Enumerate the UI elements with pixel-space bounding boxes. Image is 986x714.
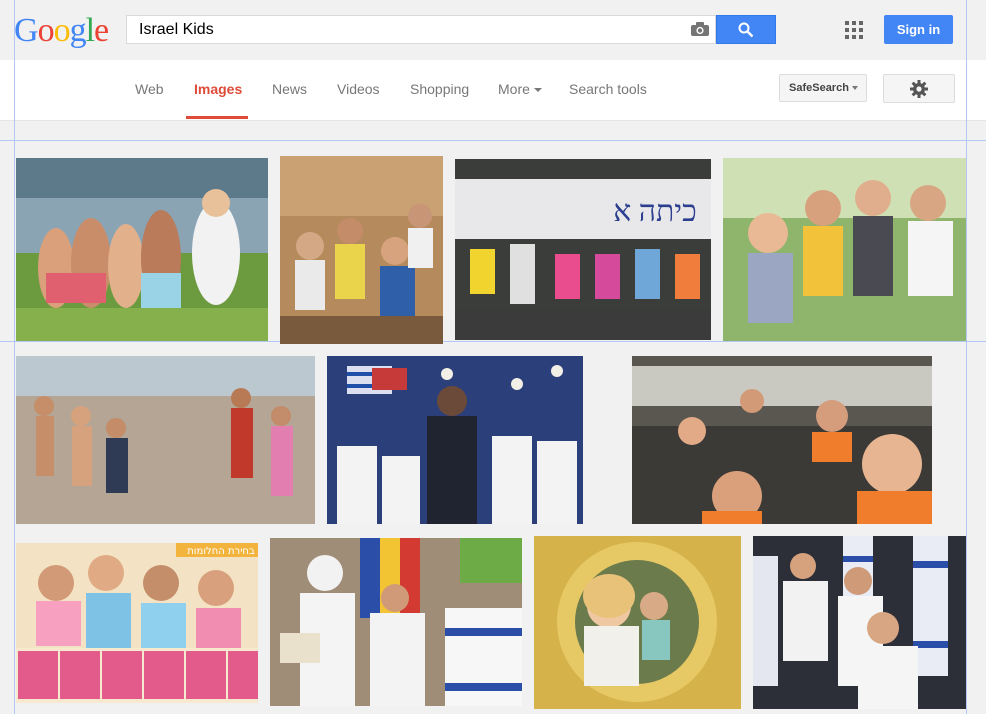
- google-logo[interactable]: Google: [14, 12, 109, 50]
- header: Google Sign in: [0, 0, 986, 60]
- image-result-kids-magazine-banner[interactable]: בחירת החלומות: [16, 543, 258, 703]
- image-result-kids-cheering-indoors[interactable]: [280, 156, 443, 344]
- tab-news[interactable]: News: [272, 81, 307, 97]
- image-result-kids-on-beach[interactable]: [16, 356, 315, 524]
- safesearch-dropdown[interactable]: SafeSearch: [779, 74, 867, 102]
- safesearch-label: SafeSearch: [789, 82, 849, 94]
- image-result-kids-waving-outdoors[interactable]: [723, 158, 966, 341]
- guide-line: [14, 0, 15, 714]
- svg-text:כיתה א: כיתה א: [613, 195, 697, 228]
- search-tools-button[interactable]: Search tools: [569, 81, 647, 97]
- image-result-kids-on-bus[interactable]: [632, 356, 932, 524]
- banner-text: בחירת החלומות: [187, 546, 255, 557]
- gear-icon: [910, 80, 928, 98]
- apps-grid-icon[interactable]: [845, 21, 863, 39]
- active-tab-indicator: [186, 116, 248, 119]
- guide-line: [0, 140, 986, 141]
- search-nav-bar: Web Images News Videos Shopping More Sea…: [0, 60, 986, 121]
- settings-button[interactable]: [883, 74, 955, 103]
- search-box[interactable]: [126, 15, 716, 44]
- tab-more[interactable]: More: [498, 81, 542, 97]
- image-result-kids-with-flags[interactable]: [327, 356, 583, 524]
- search-button[interactable]: [716, 15, 776, 44]
- camera-icon[interactable]: [691, 22, 709, 36]
- chevron-down-icon: [533, 88, 542, 93]
- image-result-girl-in-golden-frame[interactable]: [534, 536, 741, 709]
- guide-line: [0, 341, 986, 342]
- tab-images[interactable]: Images: [194, 81, 242, 97]
- image-result-kids-with-backpacks[interactable]: כיתה א: [455, 159, 711, 340]
- search-input[interactable]: [137, 20, 681, 40]
- image-result-kids-by-lake[interactable]: [16, 158, 268, 341]
- tab-shopping[interactable]: Shopping: [410, 81, 469, 97]
- chevron-down-icon: [851, 86, 858, 91]
- image-result-kids-with-certificates[interactable]: [270, 538, 522, 706]
- guide-line: [966, 0, 967, 714]
- tab-more-label: More: [498, 81, 530, 97]
- image-result-boys-with-israeli-flags[interactable]: [753, 536, 966, 709]
- tab-web[interactable]: Web: [135, 81, 164, 97]
- search-icon: [738, 22, 754, 38]
- sign-in-button[interactable]: Sign in: [884, 15, 953, 44]
- tab-videos[interactable]: Videos: [337, 81, 380, 97]
